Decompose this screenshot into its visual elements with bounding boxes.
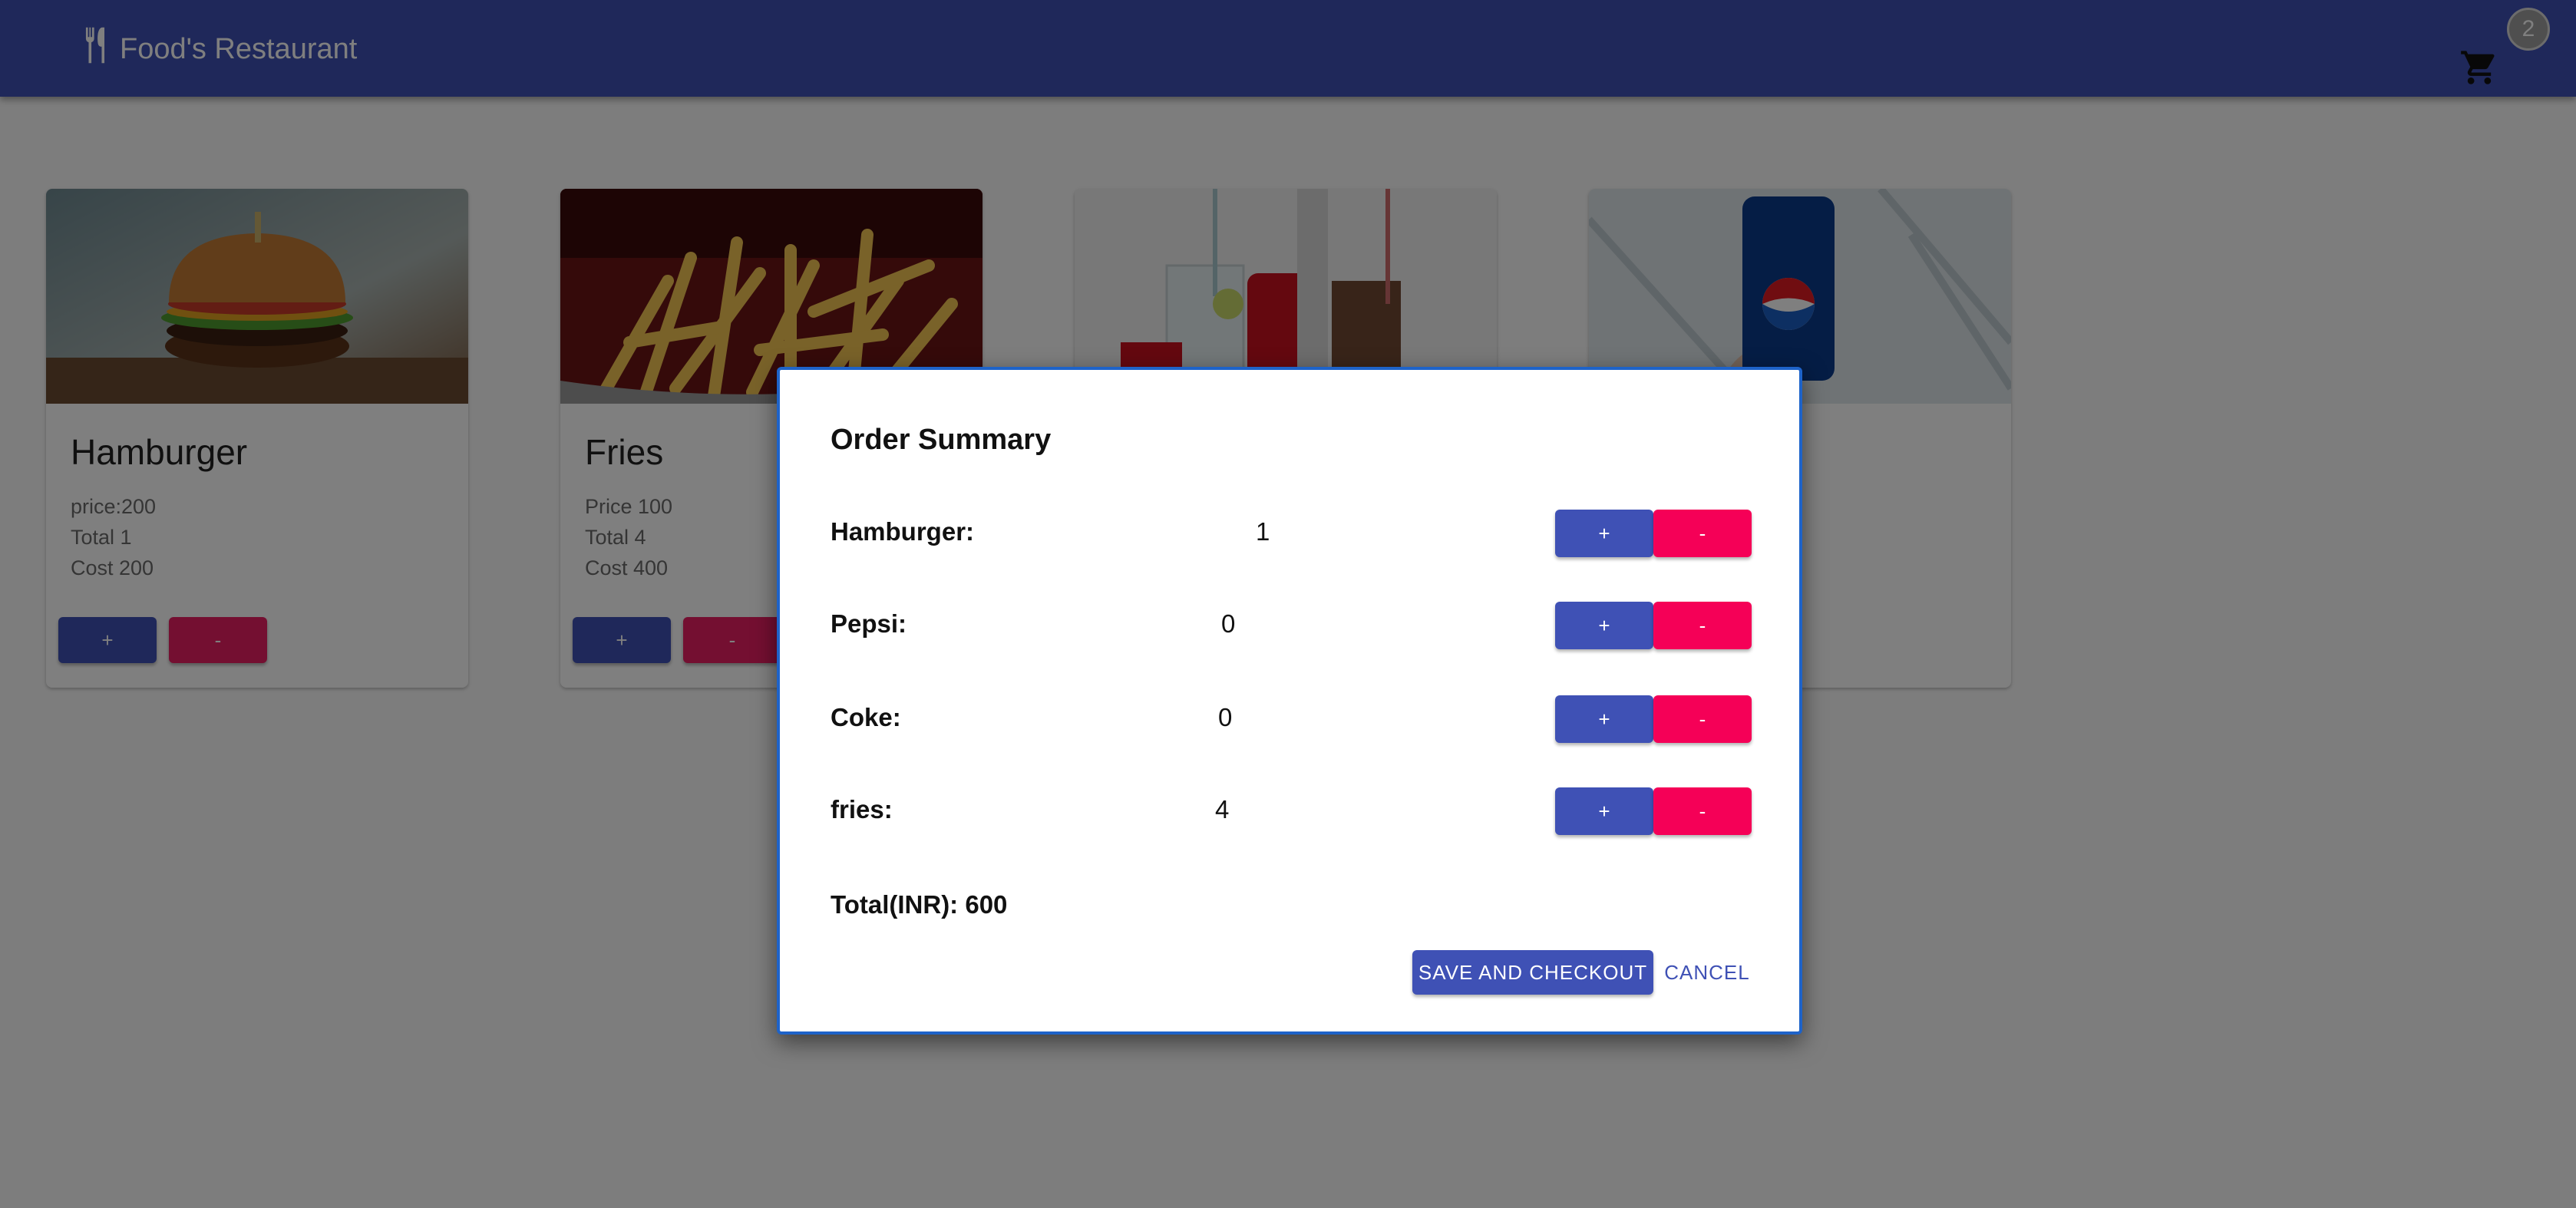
order-summary-dialog: Order Summary Hamburger: 1 + - Pepsi: 0 … [777, 367, 1802, 1035]
item-qty-coke: 0 [1218, 703, 1233, 731]
save-and-checkout-button[interactable]: SAVE AND CHECKOUT [1412, 950, 1653, 995]
order-total: Total(INR): 600 [831, 890, 1008, 919]
item-qty-pepsi: 0 [1221, 609, 1236, 638]
increase-pepsi-button[interactable]: + [1555, 602, 1653, 649]
item-qty-hamburger: 1 [1256, 517, 1270, 546]
decrease-fries-button[interactable]: - [1653, 787, 1752, 835]
decrease-pepsi-button[interactable]: - [1653, 602, 1752, 649]
increase-coke-button[interactable]: + [1555, 695, 1653, 743]
decrease-coke-button[interactable]: - [1653, 695, 1752, 743]
item-label-pepsi: Pepsi: [831, 609, 907, 638]
item-label-hamburger: Hamburger: [831, 517, 975, 546]
item-label-coke: Coke: [831, 703, 901, 731]
item-qty-fries: 4 [1215, 795, 1230, 823]
decrease-hamburger-button[interactable]: - [1653, 510, 1752, 557]
cancel-button[interactable]: CANCEL [1660, 950, 1755, 995]
increase-hamburger-button[interactable]: + [1555, 510, 1653, 557]
dialog-title: Order Summary [831, 424, 1052, 456]
item-label-fries: fries: [831, 795, 893, 823]
increase-fries-button[interactable]: + [1555, 787, 1653, 835]
